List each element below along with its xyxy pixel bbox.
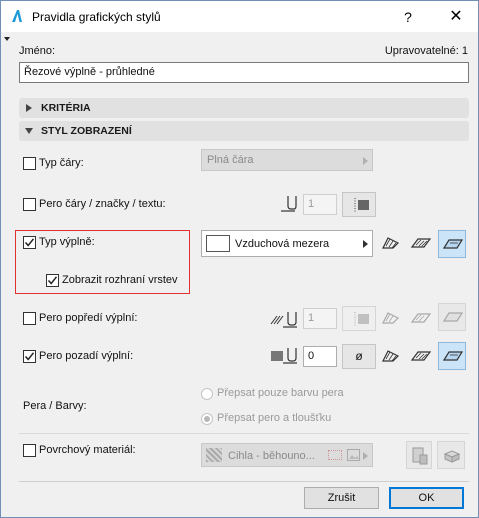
line-type-checkbox[interactable] [23,157,36,170]
fg-pen-picker[interactable] [342,306,376,331]
chevron-right-icon [26,104,32,112]
surface-swatch [206,448,222,462]
check-icon [47,276,58,285]
surface-dropdown[interactable]: Cihla - běhouno... [201,443,373,467]
fill-swatch [206,235,230,252]
cut-fill-icon [442,312,464,322]
draft-fill-icon[interactable] [381,235,401,251]
cut-fill-icon [442,351,464,361]
pen-colors-label: Pera / Barvy: [23,400,87,412]
document-icon [412,447,428,465]
section-criteria-label: KRITÉRIA [41,102,91,114]
pen-weight-icon [354,312,369,326]
window-title: Pravidla grafických stylů [32,10,161,24]
pen-icon [281,196,297,212]
chevron-down-icon [25,128,33,134]
check-icon [24,238,35,247]
line-type-label: Typ čáry: [39,157,84,169]
chevron-right-icon [363,240,368,248]
image-icon [347,449,360,461]
brick-pattern-icon [328,450,342,460]
cut-fill-icon [442,239,464,249]
override-color-radio[interactable] [201,388,213,400]
pen-line-number-field[interactable]: 1 [303,194,337,215]
show-layers-label: Zobrazit rozhraní vrstev [62,274,178,286]
archicad-app-icon [12,10,22,22]
cancel-button[interactable]: Zrušit [304,487,379,509]
draft-fill-icon [382,312,400,324]
fg-pen-checkbox[interactable] [23,312,36,325]
surface-label: Povrchový materiál: [39,444,136,456]
close-button[interactable]: ✕ [446,7,466,27]
bg-pen-icon [271,348,297,364]
chevron-right-icon [363,452,368,460]
override-color-label: Přepsat pouze barvu pera [217,387,344,399]
name-input[interactable]: Řezové výplně - průhledné [19,62,469,83]
cover-fill-icon [410,313,432,323]
check-icon [24,352,35,361]
fill-type-label: Typ výplně: [39,236,95,248]
fg-pen-label: Pero popředí výplní: [39,312,138,324]
ok-button[interactable]: OK [389,487,464,509]
cut-fill-button[interactable] [438,230,466,258]
surface-cube-icon [443,450,461,463]
pen-line-label: Pero čáry / značky / textu: [39,198,166,210]
fill-type-dropdown[interactable]: Vzduchová mezera [201,230,373,257]
cut-fill-button-disabled [438,303,466,331]
section-display-style-label: STYL ZOBRAZENÍ [41,125,132,137]
chevron-right-icon [363,157,368,165]
override-pen-weight-radio[interactable] [201,413,213,425]
hatch-pen-icon [270,312,297,328]
pen-line-checkbox[interactable] [23,198,36,211]
cover-fill-icon[interactable] [410,235,432,251]
cut-fill-button[interactable] [438,342,466,370]
section-display-style[interactable]: STYL ZOBRAZENÍ [19,121,469,141]
corner-arrow-icon [4,37,10,41]
line-type-value: Plná čára [207,154,254,166]
override-pen-weight-label: Přepsat pero a tloušťku [217,412,332,424]
fg-pen-number-field[interactable]: 1 [303,308,337,329]
cover-fill-icon[interactable] [410,348,432,364]
pen-line-picker[interactable] [342,192,376,217]
bg-pen-number-field[interactable]: 0 [303,346,337,367]
footer-divider [19,481,469,482]
section-criteria[interactable]: KRITÉRIA [19,98,469,118]
material-apply-button [437,441,465,469]
editable-count: Upravovatelné: 1 [384,45,468,57]
surface-value: Cihla - běhouno... [228,450,315,462]
surface-checkbox[interactable] [23,444,36,457]
fill-type-value: Vzduchová mezera [235,238,330,250]
bg-pen-label: Pero pozadí výplní: [39,350,134,362]
title-bar: Pravidla grafických stylů ? ✕ [1,1,478,32]
help-button[interactable]: ? [398,7,418,27]
draft-fill-icon[interactable] [381,348,401,364]
line-type-dropdown[interactable]: Plná čára [201,149,373,171]
pen-weight-icon [354,198,369,212]
dialog-window: Pravidla grafických stylů ? ✕ Jméno: Upr… [0,0,479,518]
fill-type-checkbox[interactable] [23,236,36,249]
empty-set-icon: ø [355,349,363,363]
divider [19,433,469,434]
bg-pen-checkbox[interactable] [23,350,36,363]
bg-pen-picker[interactable]: ø [342,344,376,369]
name-label: Jméno: [19,45,56,57]
material-settings-button [406,441,432,469]
show-layers-checkbox[interactable] [46,274,59,287]
